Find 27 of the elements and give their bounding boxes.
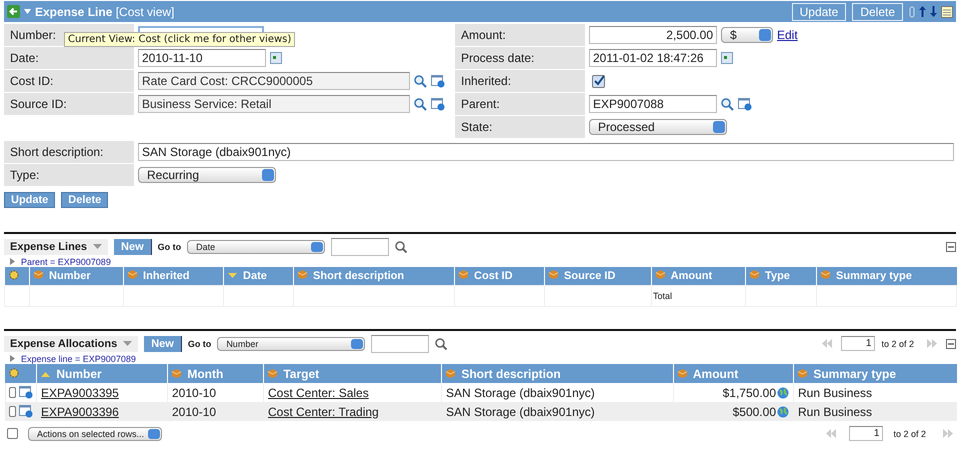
section-name: Expense Lines [10, 240, 88, 252]
page-range: to 2 of 2 [881, 338, 914, 348]
table-cell: SAN Storage (dbaix901nyc) [446, 404, 595, 418]
table-cell: 2010-10 [172, 404, 216, 418]
field-label: Process date: [455, 47, 585, 69]
field-label: Source ID: [4, 93, 134, 115]
page-range: to 2 of 2 [893, 428, 926, 438]
table-cell: Run Business [798, 386, 872, 400]
field-label: Amount: [455, 24, 585, 46]
field-label: Inherited: [455, 70, 585, 92]
field-label: Short description: [4, 141, 134, 163]
field-label: State: [455, 116, 585, 138]
go-to-label: Go to [188, 338, 212, 348]
table-cell: SAN Storage (dbaix901nyc) [446, 386, 595, 400]
go-to-label: Go to [158, 242, 182, 252]
field-label: Type: [4, 164, 134, 186]
field-label: Parent: [455, 93, 585, 115]
total-label: Total [653, 291, 672, 301]
table-cell: 2010-10 [172, 386, 216, 400]
tooltip: Current View: Cost (click me for other views) [64, 32, 296, 47]
table-cell: $1,750.00 [722, 386, 776, 400]
table-cell: $500.00 [732, 404, 776, 418]
window-title: Expense Line [Cost view] [35, 4, 174, 18]
section-name: Expense Allocations [10, 338, 118, 350]
field-label: Cost ID: [4, 70, 134, 92]
field-label: Date: [4, 47, 134, 69]
table-cell: Run Business [798, 404, 872, 418]
